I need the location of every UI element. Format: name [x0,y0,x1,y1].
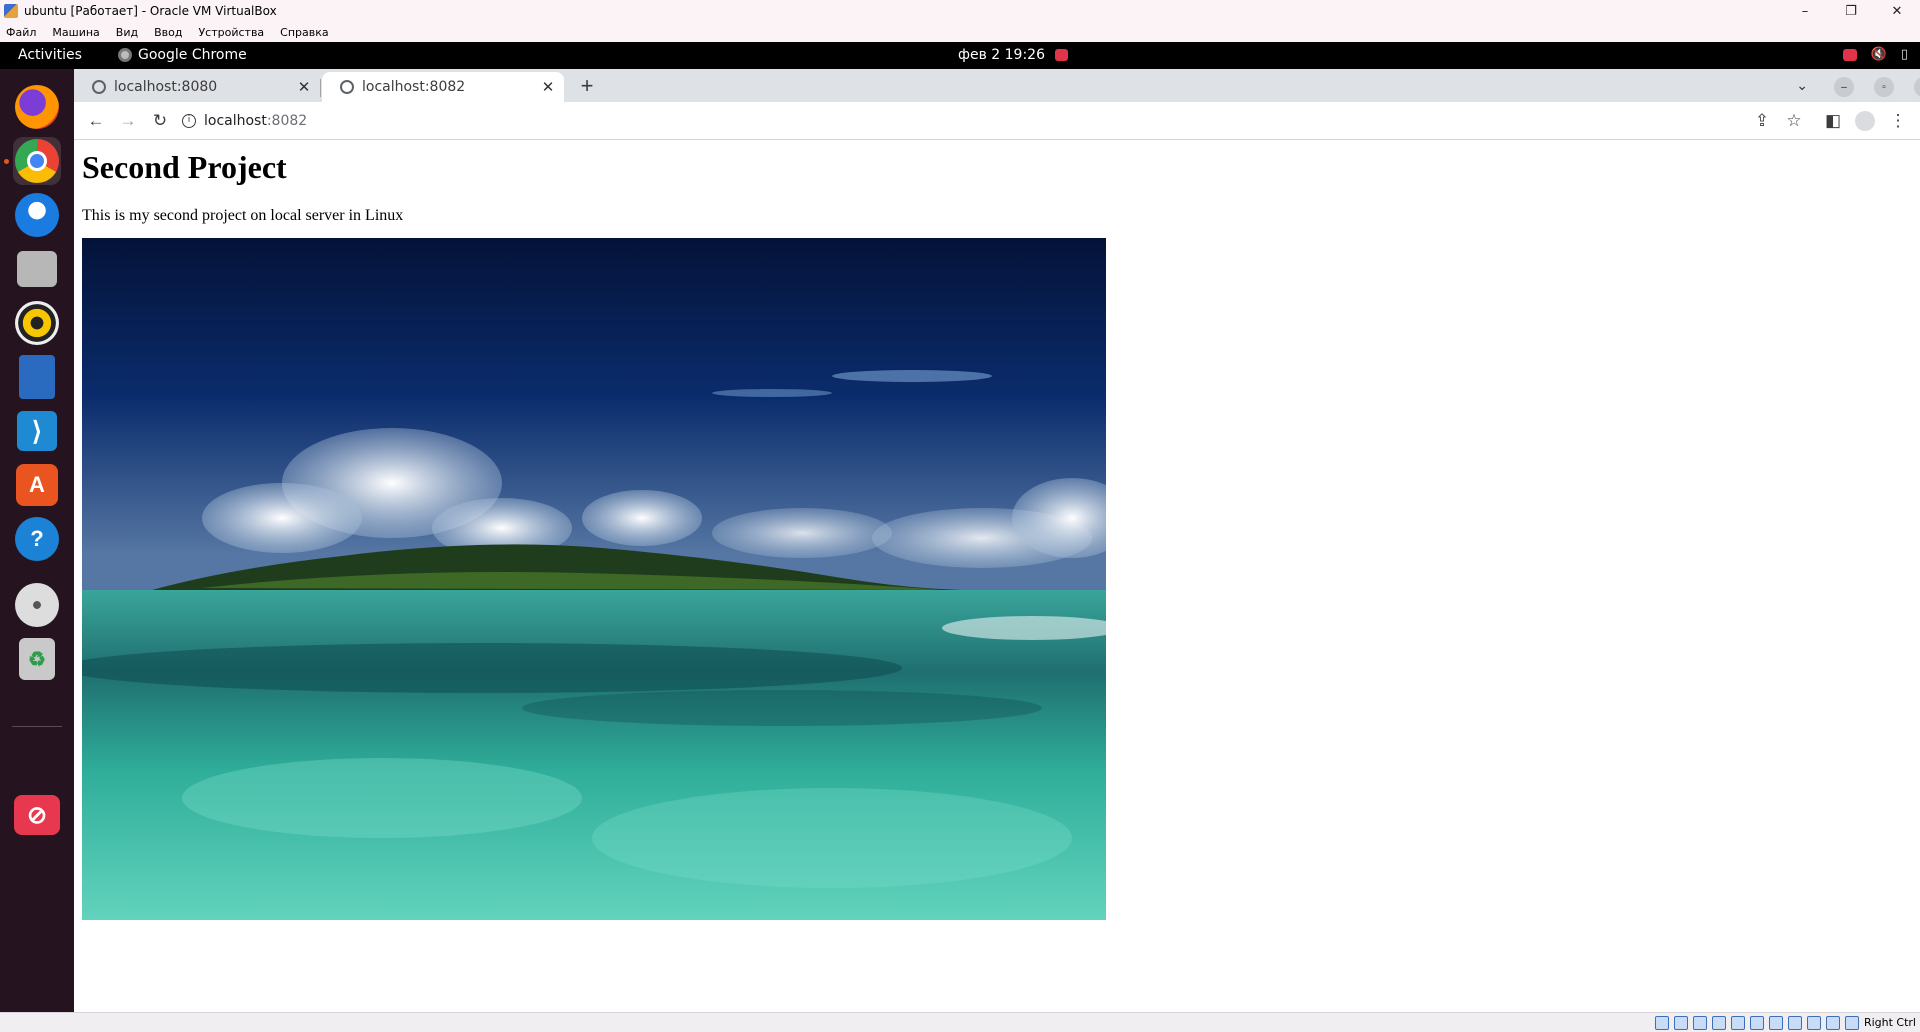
dock-thunderbird[interactable] [13,191,61,239]
side-panel-icon[interactable]: ◧ [1823,111,1843,131]
reload-button[interactable]: ↻ [150,111,170,131]
tab-label: localhost:8080 [114,79,218,95]
chrome-toolbar: ← → ↻ i localhost :8082 ⇪ ☆ ◧ ⋮ [74,102,1920,140]
tab-strip: localhost:8080 ✕ localhost:8082 ✕ + ⌄ – … [74,69,1920,102]
rhythmbox-icon [15,301,59,345]
audio-icon[interactable] [1692,1015,1707,1030]
activities-button[interactable]: Activities [18,47,82,63]
address-bar[interactable]: i localhost :8082 [182,106,1802,136]
app-menu-label: Google Chrome [138,47,247,63]
screen-record-icon[interactable] [1055,49,1068,61]
menu-view[interactable]: Вид [116,26,138,39]
back-button[interactable]: ← [86,111,106,131]
writer-icon [19,355,55,399]
dock-vscode[interactable]: ⟩ [13,407,61,455]
island-photo [82,238,1106,920]
page-heading: Second Project [82,149,287,185]
dock-trash[interactable]: ♻ [13,635,61,683]
tab-search-button[interactable]: ⌄ [1796,77,1808,94]
files-icon [17,251,57,287]
dock-firefox[interactable] [13,83,61,131]
profile-avatar[interactable] [1855,111,1875,131]
mouse-integration-icon[interactable] [1825,1015,1840,1030]
dock-files[interactable] [13,245,61,293]
usb-icon[interactable] [1730,1015,1745,1030]
menu-devices[interactable]: Устройства [198,26,264,39]
virtualbox-logo-icon [4,4,18,18]
dock-dvd[interactable] [13,581,61,629]
tab-localhost-8080[interactable]: localhost:8080 ✕ [74,72,320,102]
hard-disk-icon[interactable] [1654,1015,1669,1030]
battery-icon: ▯ [1900,47,1908,62]
chrome-app-icon [118,48,132,62]
firefox-icon [15,85,59,129]
dock-software[interactable]: A [13,461,61,509]
dock-chrome[interactable] [13,137,61,185]
virtualbox-menubar: Файл Машина Вид Ввод Устройства Справка [0,22,1920,42]
share-icon[interactable]: ⇪ [1752,111,1772,131]
tab-localhost-8082[interactable]: localhost:8082 ✕ [322,72,564,102]
prohibited-icon: ⊘ [14,795,60,835]
virtualbox-titlebar: ubuntu [Работает] - Oracle VM VirtualBox… [0,0,1920,22]
tab-close-icon[interactable]: ✕ [294,78,314,96]
dock-show-apps[interactable]: ⊘ [13,791,61,839]
chrome-menu-icon[interactable]: ⋮ [1888,111,1908,131]
disc-icon [15,583,59,627]
software-center-icon: A [16,464,58,506]
app-menu[interactable]: Google Chrome [118,47,247,63]
help-icon: ? [15,517,59,561]
guest-screen: Activities Google Chrome фев 2 19:26 🔇 ▯ [0,42,1920,1012]
volume-icon: 🔇 [1870,47,1887,62]
close-button[interactable]: ✕ [1874,0,1920,22]
ubuntu-dock: ⟩ A ? ♻ ⊘ [0,69,74,1012]
dock-help[interactable]: ? [13,515,61,563]
thunderbird-icon [15,193,59,237]
minimize-button[interactable]: – [1782,0,1828,22]
site-info-icon[interactable]: i [182,114,196,128]
vscode-icon: ⟩ [17,411,57,451]
chrome-icon [15,139,59,183]
url-host: localhost [204,113,267,129]
globe-icon [340,80,354,94]
url-port: :8082 [266,113,308,129]
chrome-close-button[interactable]: ✕ [1914,77,1920,97]
tab-label: localhost:8082 [362,79,466,95]
bookmark-star-icon[interactable]: ☆ [1784,111,1804,131]
clock[interactable]: фев 2 19:26 [958,47,1045,63]
new-tab-button[interactable]: + [574,74,600,100]
recording-icon[interactable] [1787,1015,1802,1030]
virtualbox-statusbar: Right Ctrl [0,1012,1920,1032]
tab-close-icon[interactable]: ✕ [538,78,558,96]
network-icon[interactable] [1711,1015,1726,1030]
globe-icon [92,80,106,94]
optical-drive-icon[interactable] [1673,1015,1688,1030]
restore-button[interactable]: ❐ [1828,0,1874,22]
web-page: Second Project This is my second project… [74,141,1920,1012]
dock-rhythmbox[interactable] [13,299,61,347]
host-key-label: Right Ctrl [1863,1016,1916,1029]
page-paragraph: This is my second project on local serve… [82,207,404,224]
window-title: ubuntu [Работает] - Oracle VM VirtualBox [24,4,277,18]
chrome-maximize-button[interactable]: ▫ [1874,77,1894,97]
dock-separator [12,726,62,727]
menu-input[interactable]: Ввод [154,26,182,39]
chrome-window: localhost:8080 ✕ localhost:8082 ✕ + ⌄ – … [74,69,1920,1012]
record-indicator-icon [1842,48,1857,61]
running-indicator [4,159,9,164]
vt-x-icon[interactable] [1806,1015,1821,1030]
chrome-minimize-button[interactable]: – [1834,77,1854,97]
ubuntu-top-bar: Activities Google Chrome фев 2 19:26 🔇 ▯ [0,42,1920,69]
trash-icon: ♻ [19,638,55,680]
shared-folders-icon[interactable] [1749,1015,1764,1030]
display-icon[interactable] [1768,1015,1783,1030]
menu-machine[interactable]: Машина [52,26,99,39]
forward-button[interactable]: → [118,111,138,131]
dock-libreoffice-writer[interactable] [13,353,61,401]
menu-help[interactable]: Справка [280,26,328,39]
keyboard-capture-icon[interactable] [1844,1015,1859,1030]
tab-divider [320,79,321,97]
menu-file[interactable]: Файл [6,26,36,39]
system-tray[interactable]: 🔇 ▯ [1842,47,1908,62]
